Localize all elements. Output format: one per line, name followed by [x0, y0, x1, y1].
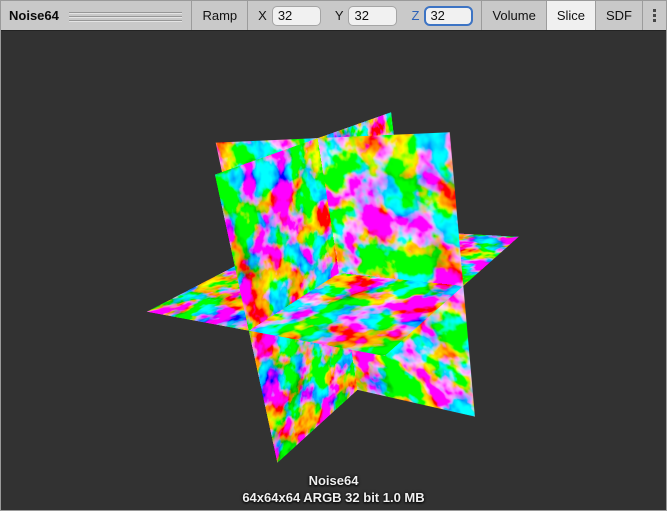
y-slice-input[interactable]	[348, 6, 397, 26]
toolbar-separator	[247, 1, 248, 30]
preview-toolbar: Noise64 Ramp X Y Z Volume Slice SDF	[1, 1, 666, 31]
x-field-label: X	[258, 8, 267, 23]
z-slice-input[interactable]	[424, 6, 473, 26]
texture-preview-window: Noise64 Ramp X Y Z Volume Slice SDF	[0, 0, 667, 511]
preview-canvas[interactable]: Noise64 64x64x64 ARGB 32 bit 1.0 MB	[1, 31, 666, 511]
y-field-label: Y	[335, 8, 344, 23]
preview-drag-handle[interactable]	[69, 10, 183, 22]
ramp-button[interactable]: Ramp	[192, 1, 247, 30]
mode-button-sdf[interactable]: SDF	[596, 1, 642, 30]
preview-title: Noise64	[1, 8, 59, 23]
mode-button-volume[interactable]: Volume	[482, 1, 545, 30]
y-slice-field-group: Y	[335, 6, 398, 26]
x-slice-input[interactable]	[272, 6, 321, 26]
z-slice-field-group: Z	[411, 6, 473, 26]
z-field-label: Z	[411, 8, 419, 23]
mode-button-slice[interactable]: Slice	[547, 1, 595, 30]
preview-viewport[interactable]	[1, 31, 666, 511]
x-slice-field-group: X	[258, 6, 321, 26]
more-menu-icon[interactable]	[643, 1, 666, 30]
